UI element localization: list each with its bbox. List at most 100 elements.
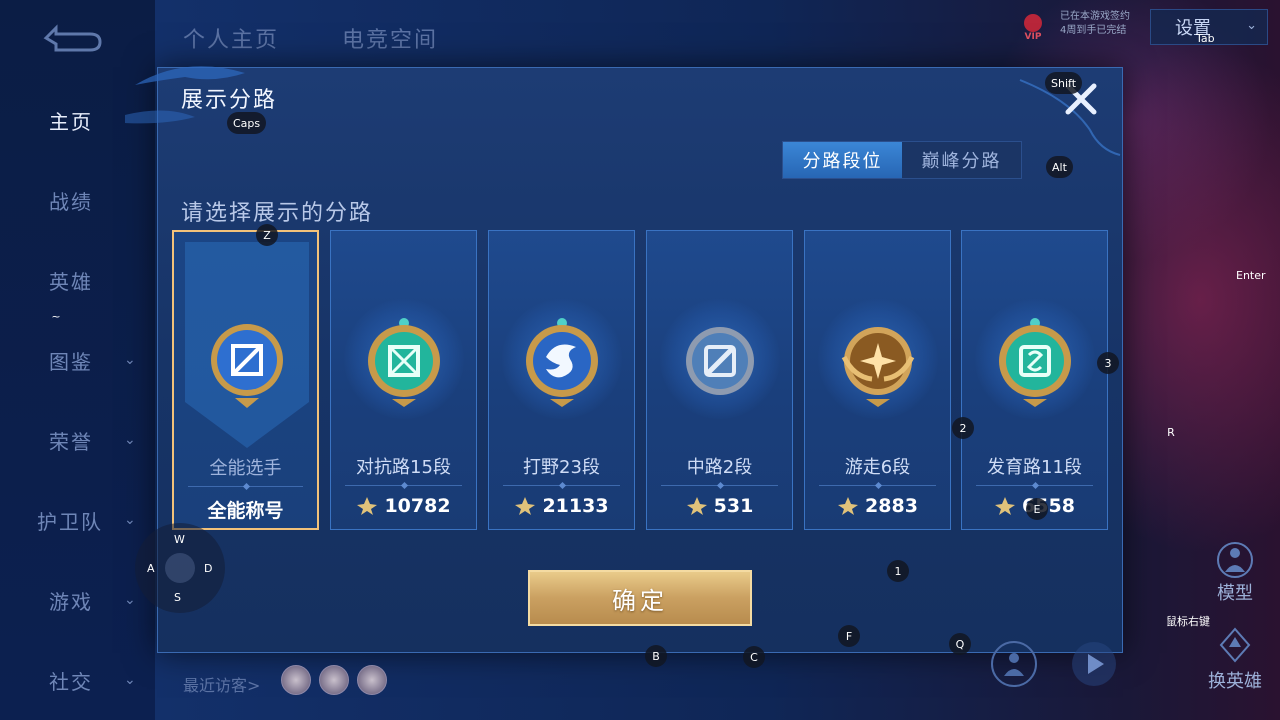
lane-score: 21133 xyxy=(489,495,634,517)
key-hint-right-click: 鼠标右键 xyxy=(1166,615,1210,628)
divider xyxy=(188,486,303,487)
lane-type-toggle: 分路段位 巅峰分路 xyxy=(782,141,1022,179)
model-label[interactable]: 模型 xyxy=(1217,579,1253,605)
vip-line: 4周到手已完结 xyxy=(1060,25,1127,36)
rank-star-icon xyxy=(995,497,1016,515)
dialog-title: 展示分路 xyxy=(181,88,278,113)
key-hint-e: E xyxy=(1026,498,1048,520)
dpad-center xyxy=(165,553,195,583)
movement-dpad[interactable]: W A S D xyxy=(135,523,225,613)
svg-text:VIP: VIP xyxy=(1025,32,1042,42)
key-hint-c: C xyxy=(743,646,765,668)
tab-esports[interactable]: 电竞空间 xyxy=(342,22,438,54)
key-hint-r: R xyxy=(1167,425,1175,439)
nav-item-label: 主页 xyxy=(49,109,93,134)
avatar[interactable] xyxy=(319,665,349,695)
lane-name: 对抗路15段 xyxy=(356,457,451,478)
divider xyxy=(345,485,462,486)
lane-name: 发育路11段 xyxy=(987,457,1082,478)
key-hint-alt: Alt xyxy=(1046,156,1073,178)
tab-lane-rank[interactable]: 分路段位 xyxy=(783,142,902,178)
key-hint-2: 2 xyxy=(952,417,974,439)
chevron-down-icon: ⌄ xyxy=(124,592,136,608)
nav-item-honor[interactable]: 荣誉 ⌄ xyxy=(0,420,155,460)
key-hint-w: W xyxy=(174,533,185,546)
chevron-down-icon: ⌄ xyxy=(124,672,136,688)
lane-card-jungle[interactable]: 打野23段 21133 xyxy=(488,230,635,530)
lane-card-clash[interactable]: 对抗路15段 10782 xyxy=(330,230,477,530)
vip-status-text: 已在本游戏签约 4周到手已完结 xyxy=(1060,10,1130,38)
mid-lane-icon xyxy=(686,327,754,395)
model-icon[interactable] xyxy=(1215,540,1255,580)
key-hint-z: Z xyxy=(256,224,278,246)
change-hero-label[interactable]: 换英雄 xyxy=(1208,667,1262,693)
divider xyxy=(819,485,936,486)
lane-score: 2883 xyxy=(805,495,950,517)
back-arrow-icon[interactable] xyxy=(42,22,104,54)
nav-item-game[interactable]: 游戏 ⌄ xyxy=(0,580,155,620)
rank-star-icon xyxy=(686,497,707,515)
clash-lane-icon xyxy=(368,318,440,407)
nav-item-codex[interactable]: 图鉴 ⌄ xyxy=(0,340,155,380)
action-icon[interactable] xyxy=(990,640,1038,688)
rank-star-icon xyxy=(515,497,536,515)
chevron-down-icon: ⌄ xyxy=(124,512,136,528)
confirm-button[interactable]: 确定 xyxy=(528,570,752,626)
score-value: 全能称号 xyxy=(207,500,284,522)
score-value: 531 xyxy=(713,495,754,517)
chevron-down-icon: ⌄ xyxy=(124,352,136,368)
tab-profile[interactable]: 个人主页 xyxy=(183,22,279,54)
key-hint-caps: Caps xyxy=(227,112,267,134)
key-hint-s: S xyxy=(174,591,181,604)
lane-name: 全能选手 xyxy=(209,458,282,479)
chevron-down-icon: ⌄ xyxy=(1246,18,1257,33)
recent-visitors-link[interactable]: 最近访客> xyxy=(183,672,260,696)
nav-item-guard[interactable]: 护卫队 ⌄ xyxy=(0,500,155,540)
play-icon[interactable] xyxy=(1070,640,1118,688)
vip-badge-icon[interactable]: VIP xyxy=(1018,12,1048,42)
lane-name: 打野23段 xyxy=(523,457,600,478)
key-hint-f: F xyxy=(838,625,860,647)
key-hint-shift: Shift xyxy=(1045,72,1083,94)
chevron-down-icon: ⌄ xyxy=(124,432,136,448)
score-value: 10782 xyxy=(384,495,451,517)
divider xyxy=(503,485,620,486)
lane-name: 中路2段 xyxy=(686,457,753,478)
nav-item-label: 英雄 xyxy=(49,269,93,294)
rank-star-icon xyxy=(838,497,859,515)
all-round-icon xyxy=(211,324,283,408)
key-hint-q: Q xyxy=(949,633,971,655)
section-subtitle: 请选择展示的分路 xyxy=(181,201,374,226)
lane-card-farm[interactable]: 发育路11段 6558 xyxy=(961,230,1108,530)
key-hint-tilde: ~ xyxy=(51,309,61,323)
key-hint-3: 3 xyxy=(1097,352,1119,374)
score-value: 2883 xyxy=(865,495,918,517)
divider xyxy=(661,485,778,486)
lane-score: 10782 xyxy=(331,495,476,517)
nav-item-label: 护卫队 xyxy=(37,509,103,534)
key-hint-d: D xyxy=(204,562,213,575)
lane-card-mid[interactable]: 中路2段 531 xyxy=(646,230,793,530)
lane-card-roam[interactable]: 游走6段 2883 xyxy=(804,230,951,530)
nav-item-heroes[interactable]: 英雄 xyxy=(0,260,155,300)
change-hero-icon[interactable] xyxy=(1215,625,1255,665)
lane-card-all-round[interactable]: 全能选手 全能称号 xyxy=(172,230,319,530)
nav-item-label: 社交 xyxy=(49,669,93,694)
farm-lane-icon xyxy=(999,318,1071,407)
lane-name: 游走6段 xyxy=(844,457,911,478)
nav-item-record[interactable]: 战绩 xyxy=(0,180,155,220)
score-value: 21133 xyxy=(542,495,609,517)
nav-item-social[interactable]: 社交 ⌄ xyxy=(0,660,155,700)
avatar[interactable] xyxy=(357,665,387,695)
key-hint-b: B xyxy=(645,645,667,667)
lane-score: 全能称号 xyxy=(174,496,317,523)
jungle-icon xyxy=(526,318,598,407)
key-hint-1: 1 xyxy=(887,560,909,582)
nav-item-label: 战绩 xyxy=(49,189,93,214)
key-hint-tab: Tab xyxy=(1196,31,1215,45)
nav-item-label: 游戏 xyxy=(49,589,93,614)
nav-item-label: 图鉴 xyxy=(49,349,93,374)
tab-peak-lane[interactable]: 巅峰分路 xyxy=(902,142,1021,178)
avatar[interactable] xyxy=(281,665,311,695)
vip-line: 已在本游戏签约 xyxy=(1060,11,1130,22)
